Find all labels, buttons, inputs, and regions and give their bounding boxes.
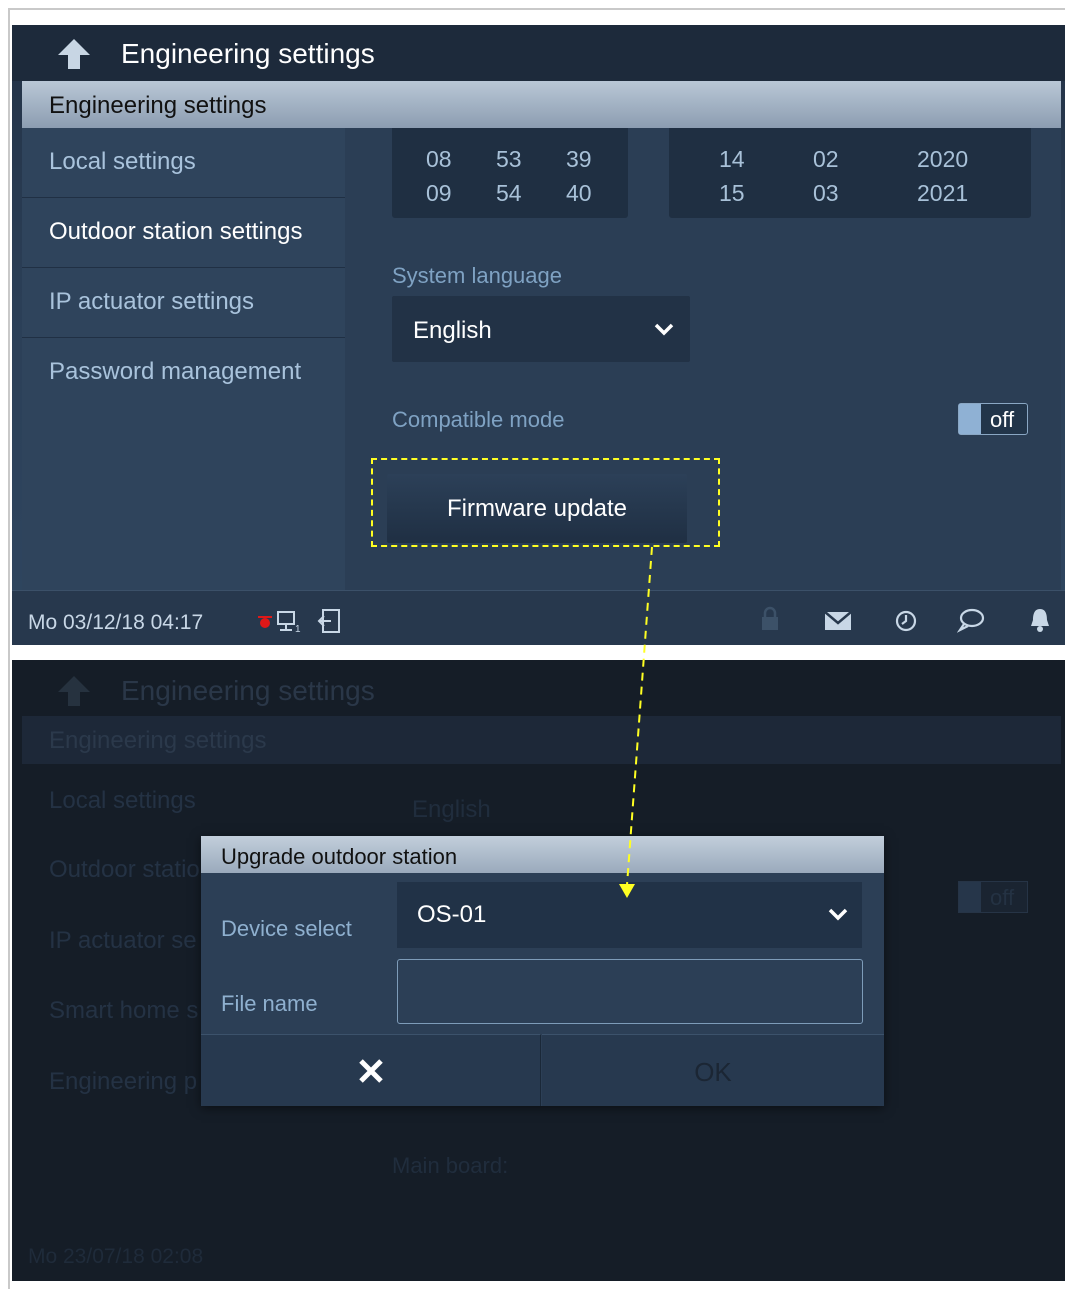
cancel-button[interactable] (201, 1034, 541, 1106)
dialog-title: Upgrade outdoor station (221, 844, 458, 869)
chevron-down-icon (828, 908, 848, 921)
engineering-settings-screen: Engineering settings Engineering setting… (12, 25, 1065, 645)
svg-text:1: 1 (295, 624, 301, 634)
language-select[interactable]: English (392, 296, 690, 362)
file-name-input[interactable] (397, 959, 863, 1024)
status-datetime: Mo 23/07/18 02:08 (28, 1245, 204, 1268)
sidebar-item-label: IP actuator se (49, 927, 197, 954)
network-icon: 1 (277, 611, 301, 634)
section-header: Engineering settings (22, 81, 1061, 128)
sidebar: Local settings Outdoor station settings … (22, 128, 345, 590)
file-name-label: File name (221, 991, 318, 1016)
lock-icon[interactable] (760, 606, 780, 632)
dialog-title-bar: Upgrade outdoor station (201, 836, 884, 873)
exit-icon[interactable] (317, 608, 341, 634)
sidebar-item-label: Password management (49, 358, 302, 385)
hour-value: 09 (426, 180, 452, 206)
upgrade-dialog: Upgrade outdoor station Device select OS… (201, 836, 884, 1106)
sidebar-item-ip-actuator-settings[interactable]: IP actuator settings (22, 268, 345, 338)
toggle-state: off (990, 407, 1015, 432)
toggle-knob (959, 404, 981, 434)
compatible-mode-toggle[interactable]: off (958, 403, 1028, 435)
page-title: Engineering settings (121, 38, 375, 69)
day-value: 15 (719, 180, 745, 206)
back-arrow-icon[interactable] (56, 37, 92, 71)
section-title: Engineering settings (49, 727, 267, 754)
ok-label: OK (694, 1057, 732, 1087)
status-bar: Mo 03/12/18 04:17 1 (12, 590, 1065, 645)
ok-button[interactable]: OK (542, 1034, 884, 1106)
minute-value: 54 (496, 180, 522, 206)
second-value: 39 (566, 146, 592, 172)
history-icon[interactable] (894, 609, 918, 633)
chevron-down-icon (654, 323, 674, 336)
sidebar-item-outdoor-station-settings[interactable]: Outdoor station settings (22, 198, 345, 268)
compatible-mode-toggle: off (958, 881, 1028, 913)
status-datetime: Mo 03/12/18 04:17 (28, 611, 204, 634)
record-icon (258, 616, 272, 628)
month-value: 03 (813, 180, 839, 206)
close-icon (359, 1059, 383, 1083)
toggle-knob (959, 882, 981, 912)
sidebar-item-label: Outdoor station settings (49, 218, 303, 245)
sidebar-item-local-settings[interactable]: Local settings (22, 128, 345, 198)
sidebar-item-label: Local settings (49, 148, 196, 175)
back-arrow-icon (58, 676, 90, 706)
upgrade-dialog-screen: Engineering settings Engineering setting… (12, 660, 1065, 1281)
sidebar-item-label: Smart home s (49, 997, 199, 1024)
day-value: 14 (719, 146, 745, 172)
system-language-label: System language (392, 263, 562, 288)
month-value: 02 (813, 146, 839, 172)
second-value: 40 (566, 180, 592, 206)
toggle-state: off (990, 885, 1015, 910)
date-wheel[interactable]: 14 02 2020 15 03 2021 (669, 128, 1031, 218)
hour-value: 08 (426, 146, 452, 172)
device-select[interactable]: OS-01 (397, 882, 862, 948)
sidebar-item-label: Outdoor statio (49, 856, 200, 883)
minute-value: 53 (496, 146, 522, 172)
language-value: English (412, 796, 491, 823)
device-value: OS-01 (417, 901, 487, 928)
section-title: Engineering settings (49, 92, 267, 119)
page-title: Engineering settings (121, 675, 375, 706)
chat-icon[interactable] (957, 607, 985, 633)
year-value: 2021 (917, 180, 969, 206)
sidebar-item-label: Local settings (49, 787, 196, 814)
section-header: Engineering settings (22, 716, 1061, 764)
sidebar-item-label: Engineering p (49, 1068, 198, 1095)
sidebar-item-label: IP actuator settings (49, 288, 255, 315)
mail-icon[interactable] (824, 611, 852, 631)
device-select-label: Device select (221, 916, 352, 941)
highlight-box (371, 458, 720, 547)
main-board-label: Main board: (392, 1153, 509, 1178)
language-value: English (413, 317, 492, 344)
bell-icon[interactable] (1029, 607, 1051, 633)
time-wheel[interactable]: 08 53 39 09 54 40 (392, 128, 628, 218)
title-bar: Engineering settings (12, 25, 1065, 81)
year-value: 2020 (917, 146, 969, 172)
sidebar-item-password-management[interactable]: Password management (22, 338, 345, 408)
compatible-mode-label: Compatible mode (392, 407, 565, 432)
